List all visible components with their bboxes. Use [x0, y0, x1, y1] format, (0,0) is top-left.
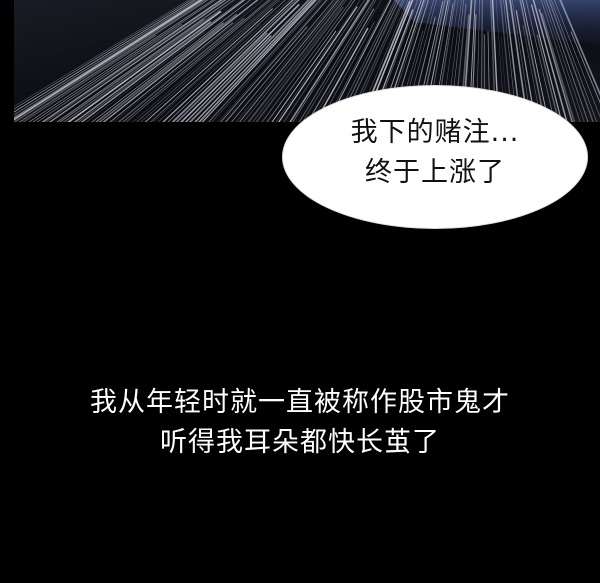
comic-page: 我下的赌注... 终于上涨了 我从年轻时就一直被称作股市鬼才 听得我耳朵都快长茧…	[0, 0, 600, 583]
speech-line-1: 我下的赌注...	[350, 117, 520, 148]
narration-caption: 我从年轻时就一直被称作股市鬼才 听得我耳朵都快长茧了	[0, 383, 600, 463]
speech-line-2: 终于上涨了	[365, 157, 505, 188]
narration-line-1: 我从年轻时就一直被称作股市鬼才	[90, 387, 510, 418]
speech-bubble-text: 我下的赌注... 终于上涨了	[283, 113, 587, 193]
narration-line-2: 听得我耳朵都快长茧了	[160, 427, 440, 458]
